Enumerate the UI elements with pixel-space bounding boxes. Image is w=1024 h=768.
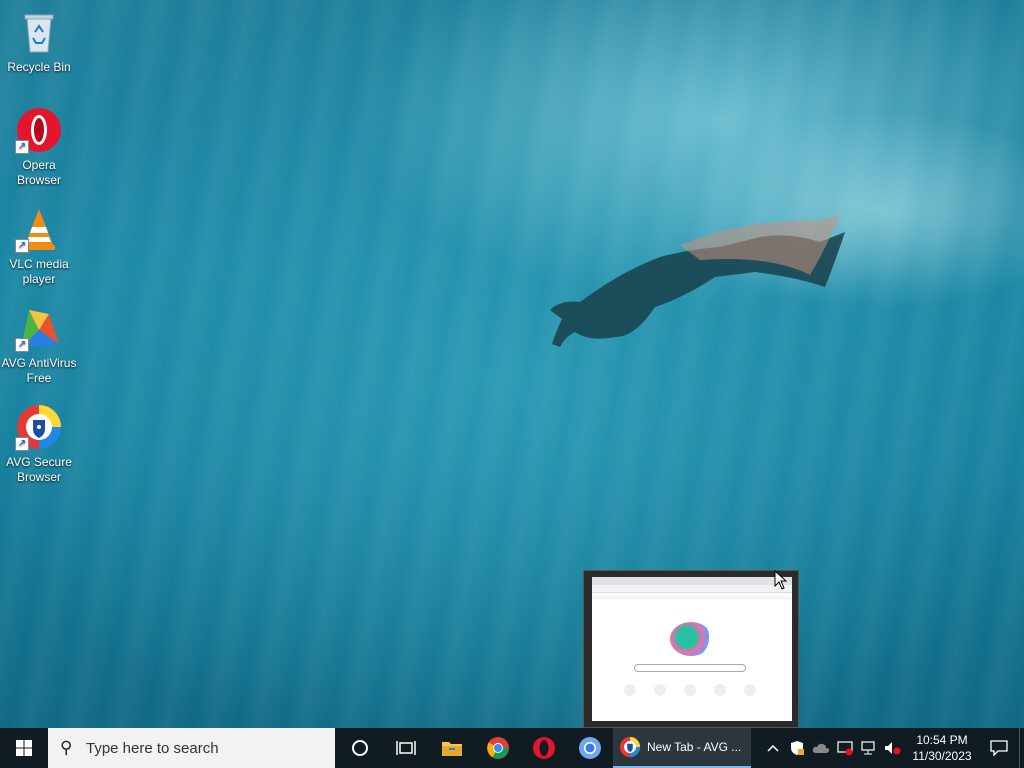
show-desktop-button[interactable] [1019, 728, 1024, 768]
windows-update-icon[interactable] [833, 728, 857, 768]
vlc-icon: ↗ [15, 205, 63, 253]
desktop-icon-vlc[interactable]: ↗ VLC media player [0, 205, 78, 287]
shortcut-arrow-icon: ↗ [15, 239, 29, 253]
desktop-icon-avg-antivirus[interactable]: ↗ AVG AntiVirus Free [0, 304, 78, 386]
shortcut-tile [684, 684, 696, 696]
shortcut-tile [654, 684, 666, 696]
taskbar-search-box[interactable]: ⚲ Type here to search [48, 728, 335, 768]
desktop-icon-label: Recycle Bin [7, 60, 71, 74]
search-icon: ⚲ [60, 738, 73, 757]
system-tray: 10:54 PM 11/30/2023 [761, 728, 1024, 768]
preview-search-box [634, 664, 746, 672]
active-window-title: New Tab - AVG ... [647, 740, 742, 754]
taskbar-file-explorer[interactable] [429, 728, 475, 768]
onedrive-icon[interactable] [809, 728, 833, 768]
cortana-icon [352, 740, 368, 756]
desktop-icon-recycle-bin[interactable]: Recycle Bin [0, 8, 78, 75]
shortcut-tile [714, 684, 726, 696]
cortana-button[interactable] [337, 728, 383, 768]
taskbar-clock[interactable]: 10:54 PM 11/30/2023 [905, 732, 979, 764]
show-hidden-icons-icon[interactable] [761, 728, 785, 768]
opera-icon [533, 737, 555, 759]
chromium-icon [579, 737, 601, 759]
shortcut-arrow-icon: ↗ [15, 437, 29, 451]
network-icon[interactable] [857, 728, 881, 768]
wallpaper-light-rays [0, 0, 1024, 728]
taskbar-chrome[interactable] [475, 728, 521, 768]
wallpaper-diver [550, 215, 845, 347]
avg-logo-icon [670, 622, 712, 656]
taskbar-active-window-avg-browser[interactable]: New Tab - AVG ... [613, 728, 751, 768]
desktop-icon-label: VLC media player [9, 257, 69, 286]
security-icon[interactable] [785, 728, 809, 768]
shortcut-tile [744, 684, 756, 696]
start-button[interactable] [0, 728, 48, 768]
task-view-button[interactable] [383, 728, 429, 768]
desktop-icon-avg-secure-browser[interactable]: ↗ AVG Secure Browser [0, 403, 78, 485]
windows-logo-icon [16, 740, 32, 756]
recycle-bin-icon [15, 8, 63, 56]
chrome-icon [487, 737, 509, 759]
taskbar-chromium[interactable] [567, 728, 613, 768]
notification-icon [990, 740, 1008, 756]
preview-thumbnail[interactable] [592, 577, 792, 721]
desktop-icon-label: AVG AntiVirus Free [1, 356, 77, 385]
file-explorer-icon [442, 742, 462, 756]
search-placeholder: Type here to search [86, 739, 219, 757]
mouse-cursor-icon [774, 570, 788, 590]
shortcut-arrow-icon: ↗ [15, 140, 29, 154]
clock-time: 10:54 PM [916, 733, 968, 747]
shortcut-arrow-icon: ↗ [15, 338, 29, 352]
clock-date: 11/30/2023 [912, 749, 972, 763]
avg-secure-browser-icon: ↗ [15, 403, 63, 451]
opera-icon: ↗ [15, 106, 63, 154]
avg-antivirus-icon: ↗ [15, 304, 63, 352]
shortcut-tile [624, 684, 636, 696]
desktop-icon-opera[interactable]: ↗ Opera Browser [0, 106, 78, 188]
avg-secure-browser-icon [619, 736, 641, 758]
taskbar: ⚲ Type here to search New Tab - AVG ... … [0, 728, 1024, 768]
volume-muted-icon[interactable] [881, 728, 905, 768]
action-center-button[interactable] [979, 728, 1019, 768]
task-view-icon [396, 741, 416, 755]
desktop-icon-label: AVG Secure Browser [6, 455, 72, 484]
taskbar-window-preview[interactable] [583, 570, 799, 728]
desktop-icon-label: Opera Browser [16, 158, 61, 187]
taskbar-opera[interactable] [521, 728, 567, 768]
